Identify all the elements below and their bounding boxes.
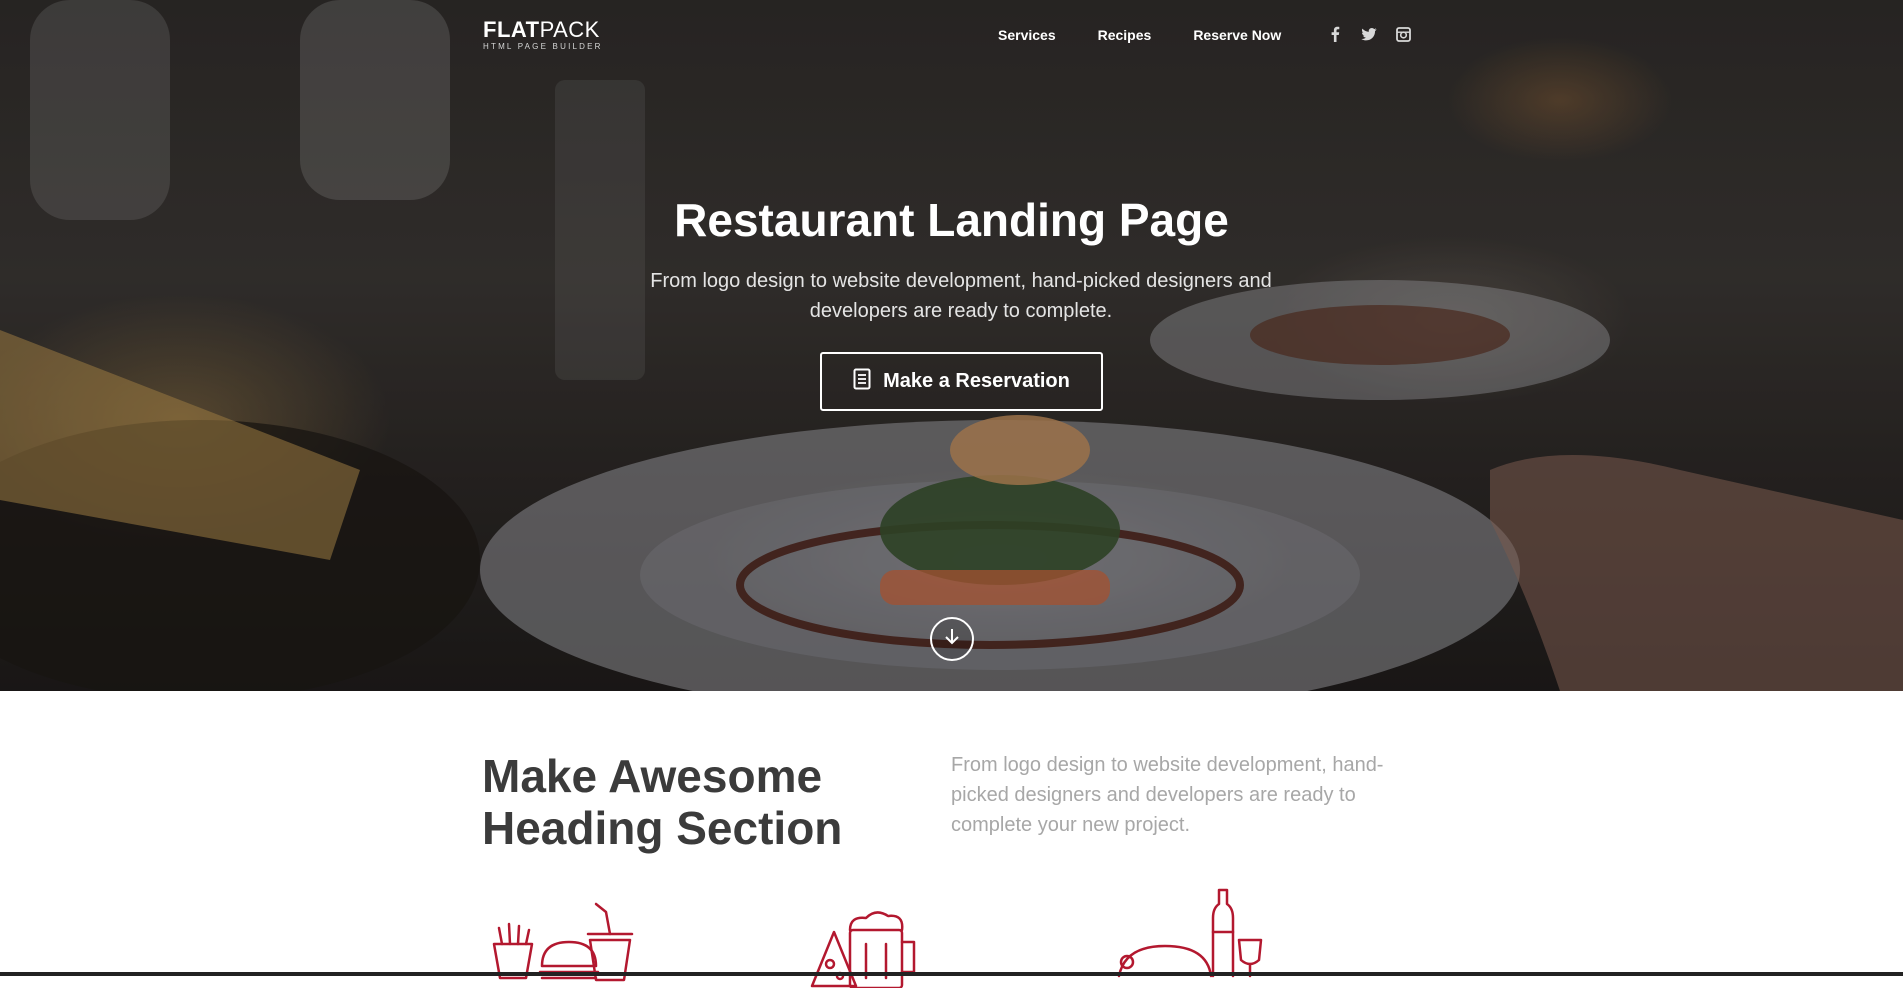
nav-link-reserve-now[interactable]: Reserve Now [1193,27,1281,43]
feature-icons-row [0,886,1903,988]
hero-title: Restaurant Landing Page [674,194,1229,246]
facebook-icon[interactable] [1327,26,1343,42]
hero-overlay [0,0,1903,691]
logo-wordmark: FLATPACK [483,19,603,41]
nav-link-services[interactable]: Services [998,27,1056,43]
document-icon [853,368,871,396]
hero-section: FLATPACK HTML PAGE BUILDER Services Reci… [0,0,1903,691]
make-reservation-button[interactable]: Make a Reservation [820,352,1103,411]
section-heading: Make Awesome Heading Section [482,750,843,854]
main-nav: Services Recipes Reserve Now [998,27,1317,43]
logo-tagline: HTML PAGE BUILDER [483,42,603,51]
make-reservation-label: Make a Reservation [883,370,1070,392]
social-links [1327,26,1411,42]
scroll-down-button[interactable] [930,617,974,661]
hero-subtitle: From logo design to website development,… [650,270,1272,322]
arrow-down-icon [943,627,961,652]
instagram-icon[interactable] [1395,26,1411,42]
logo-name-light: PACK [539,17,600,42]
brand-logo[interactable]: FLATPACK HTML PAGE BUILDER [483,19,603,52]
dinner-wine-icon [1117,888,1263,978]
viewport-bottom-edge [0,972,1903,976]
logo-name-bold: FLAT [483,17,540,42]
nav-link-recipes[interactable]: Recipes [1098,27,1152,43]
twitter-icon[interactable] [1361,26,1377,42]
section-description: From logo design to website development,… [951,754,1384,836]
cheese-beer-icon [810,911,916,988]
